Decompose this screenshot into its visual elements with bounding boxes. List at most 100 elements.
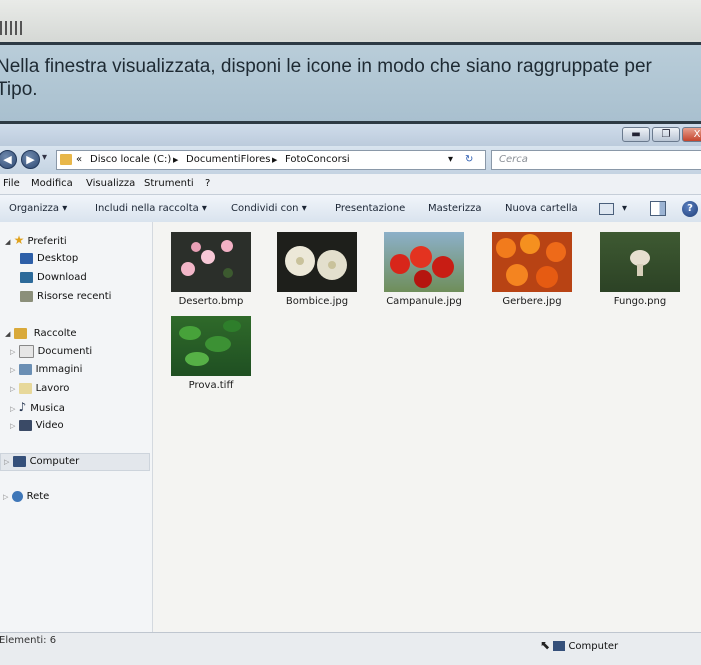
red-flowers-thumbnail (384, 232, 464, 292)
sidebar-item-label: Download (37, 272, 87, 283)
address-prefix: « (76, 154, 83, 165)
sidebar-item-desktop[interactable]: Desktop (20, 251, 78, 267)
desktop-icon (20, 252, 33, 264)
close-button[interactable]: X (682, 127, 701, 142)
breadcrumb-fotoconcorsi[interactable]: FotoConcorsi (285, 151, 350, 169)
breadcrumb-separator-2[interactable]: ▶ (272, 151, 277, 169)
sidebar-item-computer[interactable]: ▷ Computer (0, 453, 150, 471)
minimize-button[interactable]: ▬ (622, 127, 650, 142)
computer-icon (553, 641, 566, 651)
breadcrumb-documentiflores[interactable]: DocumentiFlores (186, 151, 271, 169)
menu-file[interactable]: File (3, 174, 20, 194)
expand-arrow-icon: ◢ (5, 238, 11, 246)
file-name: Prova.tiff (188, 380, 234, 391)
share-with-button[interactable]: Condividi con ▾ (231, 195, 307, 222)
collapse-arrow-icon: ▷ (10, 405, 16, 413)
file-item-fungo[interactable]: Fungo.png (600, 232, 680, 307)
forward-button[interactable]: ▶ (21, 150, 40, 169)
file-item-gerbere[interactable]: Gerbere.jpg (492, 232, 572, 307)
file-item-prova[interactable]: Prova.tiff (171, 316, 251, 391)
collapse-arrow-icon: ▷ (10, 366, 16, 374)
sidebar-item-label: Video (35, 420, 64, 431)
back-button[interactable]: ◀ (0, 150, 17, 169)
video-icon (18, 419, 32, 431)
star-icon: ★ (13, 233, 25, 247)
question-text: Nella finestra visualizzata, disponi le … (0, 56, 652, 100)
address-bar: ◀ ▶ ▾ « Disco locale (C:) ▶ DocumentiFlo… (0, 146, 701, 174)
pictures-icon (18, 363, 32, 375)
menu-visualizza[interactable]: Visualizza (86, 174, 135, 194)
libraries-icon (13, 327, 27, 339)
collapse-arrow-icon: ▷ (10, 422, 16, 430)
slideshow-button[interactable]: Presentazione (335, 195, 405, 222)
sidebar-item-immagini[interactable]: ▷ Immagini (10, 362, 82, 378)
sidebar-item-lavoro[interactable]: ▷ Lavoro (10, 381, 69, 397)
recent-places-icon (20, 290, 33, 302)
file-name: Fungo.png (613, 296, 667, 307)
search-input[interactable]: Cerca (491, 150, 701, 170)
command-bar: Organizza ▾ Includi nella raccolta ▾ Con… (0, 195, 701, 223)
address-dropdown-icon[interactable]: ▾ (448, 151, 453, 169)
pink-flowers-thumbnail (171, 232, 251, 292)
sidebar-item-label: Documenti (37, 346, 93, 357)
change-view-icon[interactable] (599, 203, 614, 215)
mouse-cursor-icon: ⬉ (540, 638, 551, 652)
sidebar-item-download[interactable]: Download (20, 270, 87, 286)
help-icon[interactable]: ? (682, 201, 698, 217)
include-library-button[interactable]: Includi nella raccolta ▾ (95, 195, 207, 222)
menu-bar: File Modifica Visualizza Strumenti ? (0, 174, 701, 195)
file-name: Deserto.bmp (178, 296, 244, 307)
libraries-group[interactable]: ◢ Raccolte (5, 326, 77, 342)
file-name: Gerbere.jpg (502, 296, 562, 307)
collapse-arrow-icon: ▷ (4, 458, 10, 466)
collapse-arrow-icon: ▷ (3, 493, 9, 501)
burn-button[interactable]: Masterizza (428, 195, 482, 222)
address-field[interactable]: « Disco locale (C:) ▶ DocumentiFlores ▶ … (56, 150, 486, 170)
green-leaves-thumbnail (171, 316, 251, 376)
menu-strumenti[interactable]: Strumenti (144, 174, 194, 194)
white-flowers-thumbnail (277, 232, 357, 292)
title-bar: ▬ ❐ X (0, 124, 701, 146)
network-icon (11, 490, 23, 502)
sidebar-item-video[interactable]: ▷ Video (10, 418, 64, 434)
top-strip (0, 0, 701, 40)
item-count: Elementi: 6 (0, 635, 57, 646)
breadcrumb-separator-1[interactable]: ▶ (173, 151, 178, 169)
maximize-button[interactable]: ❐ (652, 127, 680, 142)
sidebar-item-label: Immagini (35, 364, 83, 375)
file-item-campanule[interactable]: Campanule.jpg (384, 232, 464, 307)
new-folder-button[interactable]: Nuova cartella (505, 195, 578, 222)
sidebar-item-recent[interactable]: Risorse recenti (20, 289, 111, 305)
menu-help[interactable]: ? (205, 174, 210, 194)
file-item-deserto[interactable]: Deserto.bmp (171, 232, 251, 307)
sidebar-item-label: Lavoro (35, 383, 70, 394)
collapse-arrow-icon: ▷ (10, 385, 16, 393)
libraries-label: Raccolte (33, 328, 77, 339)
preview-pane-icon[interactable] (650, 201, 666, 216)
favorites-label: Preferiti (27, 236, 67, 247)
explorer-window: ▬ ❐ X ◀ ▶ ▾ « Disco locale (C:) ▶ Docume… (0, 124, 701, 665)
work-library-icon (18, 382, 32, 394)
orange-flowers-thumbnail (492, 232, 572, 292)
expand-arrow-icon: ◢ (5, 330, 11, 338)
sidebar-item-musica[interactable]: ▷ ♪ Musica (10, 399, 65, 415)
refresh-icon[interactable]: ↻ (465, 151, 473, 169)
file-item-bombice[interactable]: Bombice.jpg (277, 232, 357, 307)
taskbar-computer-item[interactable]: ⬉ Computer (540, 638, 618, 652)
breadcrumb-disco-locale[interactable]: Disco locale (C:) (90, 151, 171, 169)
mushroom-thumbnail (600, 232, 680, 292)
sidebar-item-label: Desktop (37, 253, 79, 264)
collapse-arrow-icon: ▷ (10, 348, 16, 356)
organize-button[interactable]: Organizza ▾ (9, 195, 67, 222)
favorites-group[interactable]: ◢ ★ Preferiti (5, 232, 67, 248)
file-list: Deserto.bmp Bombice.jpg Campanule.jpg Ge… (153, 222, 701, 632)
view-dropdown[interactable]: ▾ (622, 195, 627, 222)
sidebar-item-label: Rete (26, 491, 50, 502)
taskbar-computer-label: Computer (568, 641, 619, 652)
sidebar-item-rete[interactable]: ▷ Rete (3, 489, 49, 505)
menu-modifica[interactable]: Modifica (31, 174, 73, 194)
documents-icon (18, 344, 34, 358)
sidebar-item-documenti[interactable]: ▷ Documenti (10, 344, 92, 360)
history-dropdown[interactable]: ▾ (42, 152, 47, 163)
file-name: Campanule.jpg (386, 296, 462, 307)
